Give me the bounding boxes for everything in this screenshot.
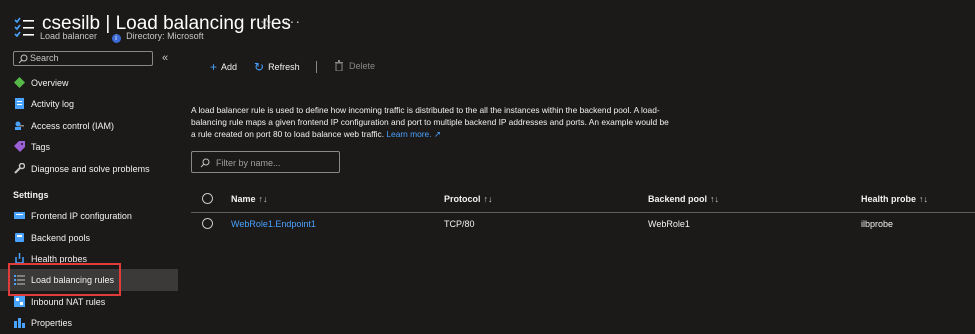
- row-select-radio[interactable]: [202, 218, 213, 229]
- table-header-divider: [191, 212, 975, 213]
- page-header: csesilb | Load balancing rules ☆ ··· Loa…: [0, 8, 975, 48]
- sidebar-item-label: Overview: [31, 78, 69, 88]
- rule-backend-pool: WebRole1: [648, 219, 690, 229]
- column-header-backend-pool[interactable]: Backend pool ↑↓: [648, 194, 719, 204]
- resource-type: Load balancer: [40, 31, 98, 41]
- sidebar-item-activity-log[interactable]: Activity log: [0, 93, 178, 115]
- tag-icon: [14, 141, 25, 152]
- delete-button[interactable]: Delete: [334, 60, 376, 72]
- column-header-label: Health probe: [861, 194, 917, 204]
- rule-protocol: TCP/80: [444, 219, 475, 229]
- favorite-star-icon[interactable]: ☆: [260, 15, 273, 32]
- search-placeholder: Search: [30, 53, 59, 63]
- backend-pool-icon: [15, 233, 24, 242]
- sidebar-search-input[interactable]: Search: [13, 51, 153, 66]
- activity-log-icon: [15, 98, 24, 109]
- add-label: Add: [221, 62, 238, 72]
- sidebar-item-label: Activity log: [31, 99, 75, 109]
- sort-icon: ↑↓: [483, 194, 493, 204]
- sidebar-item-label: Properties: [31, 318, 73, 328]
- properties-icon: [14, 318, 25, 328]
- sort-icon: ↑↓: [919, 194, 929, 204]
- selection-highlight-box: [8, 263, 121, 296]
- sidebar-item-overview[interactable]: Overview: [0, 72, 178, 94]
- top-strip: [0, 0, 975, 4]
- sidebar-item-label: Diagnose and solve problems: [31, 164, 150, 174]
- rule-name-link[interactable]: WebRole1.Endpoint1: [231, 219, 316, 229]
- more-options-icon[interactable]: ···: [284, 13, 301, 29]
- sidebar-item-label: Backend pools: [31, 233, 91, 243]
- wrench-icon: [14, 163, 25, 174]
- rule-health-probe: ilbprobe: [861, 219, 894, 229]
- plus-icon: +: [210, 60, 218, 74]
- directory-label: Directory: Microsoft: [126, 31, 204, 41]
- column-header-label: Protocol: [444, 194, 481, 204]
- frontend-ip-icon: [14, 212, 25, 219]
- sort-icon: ↑↓: [710, 194, 720, 204]
- sidebar-item-label: Frontend IP configuration: [31, 211, 132, 221]
- sidebar-item-label: Inbound NAT rules: [31, 297, 106, 307]
- column-header-protocol[interactable]: Protocol ↑↓: [444, 194, 493, 204]
- filter-by-name-input[interactable]: Filter by name...: [191, 151, 340, 173]
- learn-more-link[interactable]: Learn more. ↗: [386, 129, 441, 139]
- sidebar-item-label: Access control (IAM): [31, 121, 115, 131]
- learn-more-label: Learn more.: [386, 129, 432, 139]
- column-header-name[interactable]: Name ↑↓: [231, 194, 268, 204]
- delete-label: Delete: [349, 61, 376, 71]
- toolbar-divider: [316, 61, 317, 73]
- select-all-radio[interactable]: [202, 193, 213, 204]
- page-subtitle: Load balancer i Directory: Microsoft: [40, 31, 204, 43]
- overview-icon: [14, 77, 25, 88]
- search-icon: [18, 54, 28, 64]
- collapse-sidebar-button[interactable]: «: [162, 52, 168, 64]
- load-balancing-rules-icon: [14, 17, 34, 38]
- sidebar-item-label: Tags: [31, 142, 51, 152]
- sidebar-item-iam[interactable]: Access control (IAM): [0, 115, 178, 137]
- search-icon: [200, 158, 210, 168]
- refresh-icon: ↻: [254, 60, 265, 74]
- sidebar-item-tags[interactable]: Tags: [0, 136, 178, 158]
- refresh-button[interactable]: ↻ Refresh: [254, 60, 300, 74]
- column-header-health-probe[interactable]: Health probe ↑↓: [861, 194, 928, 204]
- settings-section-heading: Settings: [13, 190, 49, 200]
- info-icon: i: [111, 34, 121, 43]
- column-header-label: Name: [231, 194, 256, 204]
- filter-placeholder: Filter by name...: [216, 158, 281, 168]
- refresh-label: Refresh: [268, 62, 300, 72]
- nat-rules-icon: [14, 296, 25, 307]
- description-text: A load balancer rule is used to define h…: [191, 104, 671, 140]
- sort-icon: ↑↓: [258, 194, 268, 204]
- sidebar-item-frontend-ip[interactable]: Frontend IP configuration: [0, 205, 178, 227]
- sidebar-item-properties[interactable]: Properties: [0, 312, 178, 334]
- sidebar-item-backend-pools[interactable]: Backend pools: [0, 227, 178, 249]
- external-link-icon: ↗: [433, 129, 441, 139]
- iam-icon: [15, 121, 24, 130]
- column-header-label: Backend pool: [648, 194, 708, 204]
- add-button[interactable]: + Add: [210, 60, 237, 74]
- trash-icon: [335, 60, 343, 72]
- sidebar-item-diagnose[interactable]: Diagnose and solve problems: [0, 158, 178, 180]
